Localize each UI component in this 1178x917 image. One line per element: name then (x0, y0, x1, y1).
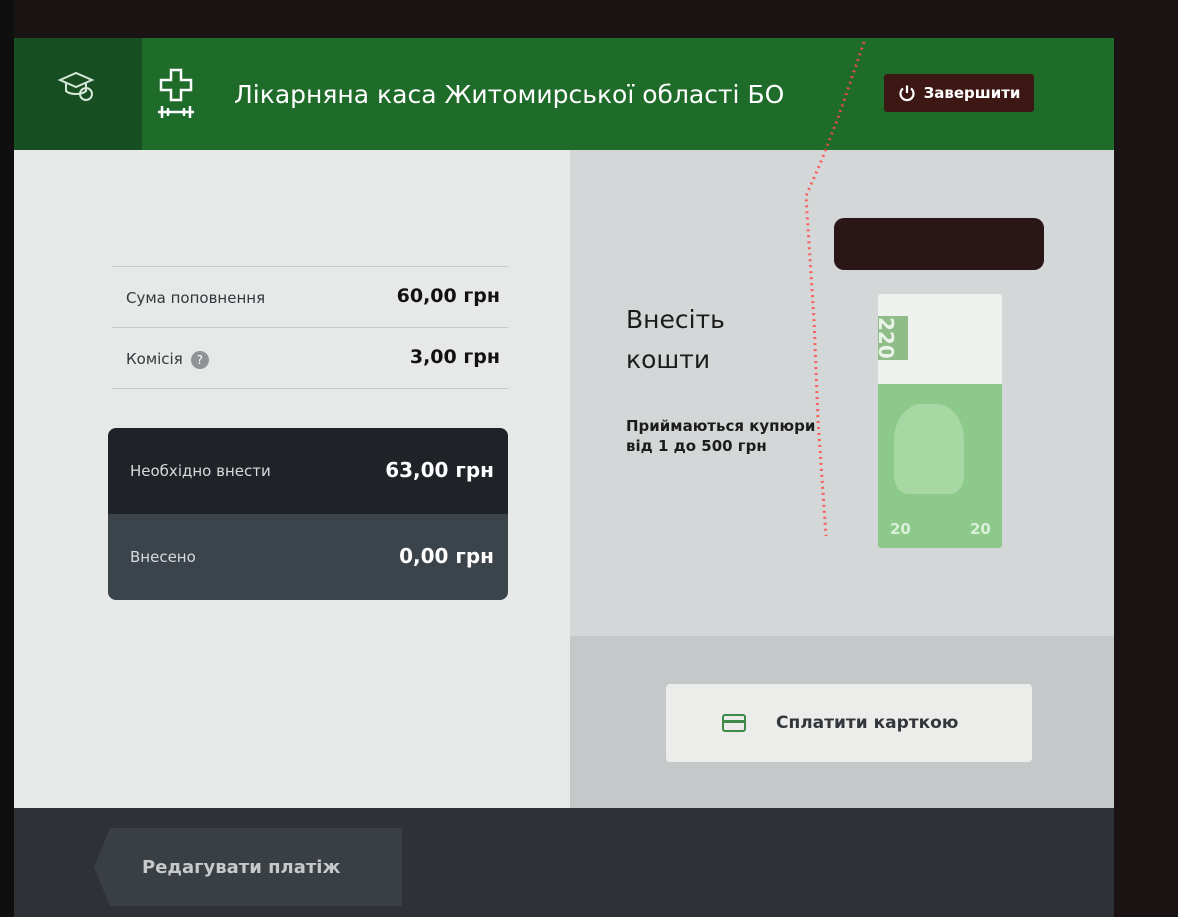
commission-label-wrap: Комісія? (126, 350, 209, 369)
header-left-block (14, 38, 142, 150)
pay-by-card-button[interactable]: Сплатити карткою (666, 684, 1032, 762)
graduation-cap-icon[interactable] (56, 68, 96, 104)
deposited-label: Внесено (130, 548, 196, 566)
banknote-image: 220 20 20 (878, 294, 1002, 548)
insert-title-line1: Внесіть (626, 305, 725, 334)
note-line2: від 1 до 500 грн (626, 437, 767, 455)
totals-box: Необхідно внести 63,00 грн Внесено 0,00 … (108, 428, 508, 600)
header-bar: Лікарняна каса Житомирської області БО З… (14, 38, 1114, 150)
accepted-banknotes-note: Приймаються купюри від 1 до 500 грн (626, 416, 856, 456)
required-label: Необхідно внести (130, 462, 271, 480)
amount-table: Сума поповнення 60,00 грн Комісія? 3,00 … (112, 266, 508, 389)
edit-payment-label: Редагувати платіж (142, 856, 341, 878)
finish-button[interactable]: Завершити (884, 74, 1034, 112)
amount-row: Сума поповнення 60,00 грн (112, 266, 508, 327)
deposited-value: 0,00 грн (399, 544, 494, 568)
insert-title-line2: кошти (626, 345, 711, 374)
banknote-portrait (894, 404, 964, 494)
commission-value: 3,00 грн (409, 346, 500, 368)
commission-row: Комісія? 3,00 грн (112, 327, 508, 389)
organization-title: Лікарняна каса Житомирської області БО (234, 80, 785, 109)
note-line1: Приймаються купюри (626, 417, 816, 435)
banknote-denomination-right: 20 (970, 520, 991, 538)
finish-button-label: Завершити (923, 84, 1021, 102)
insert-cash-title: Внесіть кошти (626, 300, 826, 380)
amount-value: 60,00 грн (396, 285, 500, 307)
pay-by-card-label: Сплатити карткою (776, 713, 959, 733)
status-display (834, 218, 1044, 270)
bezel-left (0, 0, 14, 917)
required-row: Необхідно внести 63,00 грн (108, 428, 508, 514)
deposited-row: Внесено 0,00 грн (108, 514, 508, 600)
commission-label: Комісія (126, 350, 183, 368)
medical-cross-icon (158, 68, 194, 118)
card-icon (722, 714, 746, 732)
bezel-top (0, 0, 1178, 38)
footer-bar: Редагувати платіж (14, 808, 1114, 917)
help-icon[interactable]: ? (190, 350, 209, 369)
edit-payment-button[interactable]: Редагувати платіж (94, 828, 402, 906)
bezel-right (1114, 0, 1178, 917)
banknote-denomination-left: 20 (890, 520, 911, 538)
kiosk-screen: Лікарняна каса Житомирської області БО З… (14, 38, 1114, 917)
power-icon (898, 85, 915, 102)
banknote-code: 220 (878, 316, 908, 360)
payment-summary-panel: Сума поповнення 60,00 грн Комісія? 3,00 … (14, 150, 570, 808)
required-value: 63,00 грн (385, 458, 494, 482)
amount-label: Сума поповнення (126, 289, 266, 307)
